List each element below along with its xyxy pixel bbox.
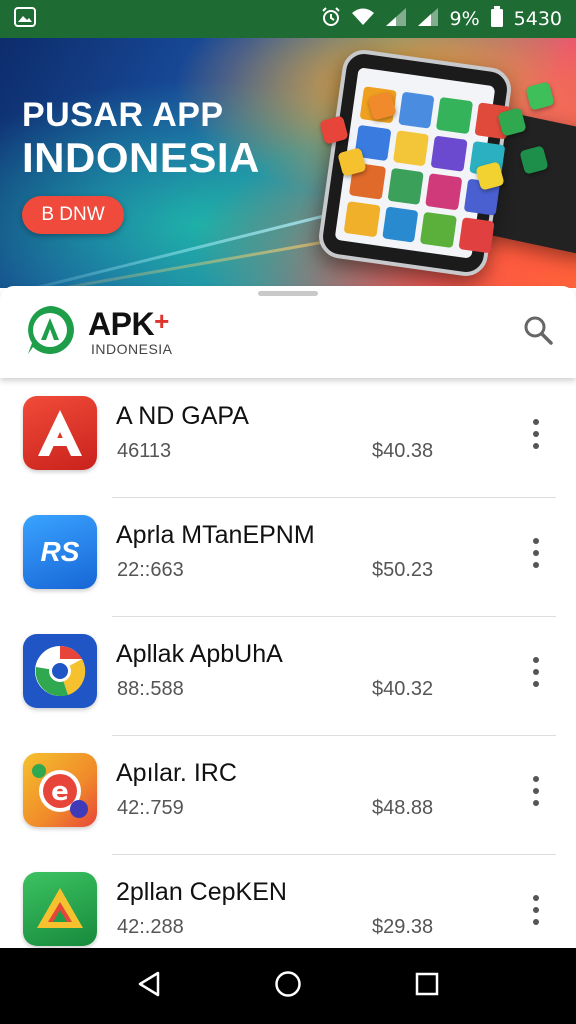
list-item[interactable]: RS Aprla MTanEPNM 22::663 $50.23 bbox=[0, 497, 576, 616]
status-bar: 9% 5430 bbox=[0, 0, 576, 38]
app-header: APK+ INDONESIA bbox=[0, 286, 576, 378]
more-options-icon[interactable] bbox=[522, 414, 550, 454]
app-price: $29.38 bbox=[372, 916, 434, 938]
app-name: Apllak ApbUhA bbox=[116, 640, 283, 668]
list-item[interactable]: 2pllan CepKEN 42:.288 $29.38 bbox=[0, 854, 576, 948]
app-meta: 22::663 bbox=[117, 559, 184, 581]
clock: 5430 bbox=[513, 8, 562, 30]
floating-app-icon bbox=[525, 81, 555, 111]
hero-banner[interactable]: PUSAR APP INDONESIA B DNW bbox=[0, 38, 576, 288]
search-icon bbox=[523, 315, 553, 350]
app-name: 2pllan CepKEN bbox=[116, 878, 287, 906]
navigation-bar bbox=[0, 948, 576, 1024]
search-button[interactable] bbox=[520, 314, 556, 350]
app-meta: 46113 bbox=[117, 440, 172, 462]
app-price: $50.23 bbox=[372, 559, 434, 581]
apk-logo-icon bbox=[24, 304, 76, 356]
brand-plus: + bbox=[154, 306, 169, 336]
more-options-icon[interactable] bbox=[522, 652, 550, 692]
brand-name-text: APK bbox=[88, 306, 155, 342]
triangle-icon bbox=[23, 872, 97, 946]
app-price: $40.32 bbox=[372, 678, 434, 700]
battery-percent: 9% bbox=[449, 8, 480, 30]
home-button[interactable] bbox=[264, 962, 312, 1010]
chrome-like-icon bbox=[23, 634, 97, 708]
alarm-icon bbox=[321, 6, 341, 32]
app-name: A ND GAPA bbox=[116, 402, 249, 430]
battery-icon bbox=[490, 5, 504, 33]
rs-icon: RS bbox=[23, 515, 97, 589]
brand-subtitle: INDONESIA bbox=[91, 341, 173, 357]
app-price: $40.38 bbox=[372, 440, 434, 462]
letter-e-icon: e bbox=[23, 753, 97, 827]
signal-icon-2 bbox=[417, 7, 439, 32]
brand-name: APK+ bbox=[88, 306, 169, 343]
back-icon bbox=[134, 969, 164, 1004]
gallery-icon bbox=[14, 6, 36, 32]
back-button[interactable] bbox=[125, 962, 173, 1010]
app-meta: 42:.288 bbox=[117, 916, 184, 938]
hero-title-line1: PUSAR APP bbox=[22, 96, 224, 134]
more-options-icon[interactable] bbox=[522, 890, 550, 930]
more-options-icon[interactable] bbox=[522, 771, 550, 811]
signal-icon bbox=[385, 7, 407, 32]
svg-text:e: e bbox=[51, 777, 69, 807]
list-item[interactable]: A ND GAPA 46113 $40.38 bbox=[0, 378, 576, 497]
app-meta: 42:.759 bbox=[117, 797, 184, 819]
recents-button[interactable] bbox=[403, 962, 451, 1010]
app-meta: 88:.588 bbox=[117, 678, 184, 700]
wifi-icon bbox=[351, 7, 375, 32]
recents-icon bbox=[412, 969, 442, 1004]
app-name: Aprla MTanEPNM bbox=[116, 521, 315, 549]
hero-title-line2: INDONESIA bbox=[22, 134, 260, 181]
hero-cta-button[interactable]: B DNW bbox=[22, 196, 124, 234]
more-options-icon[interactable] bbox=[522, 533, 550, 573]
app-list: A ND GAPA 46113 $40.38 RS Aprla MTanEPNM… bbox=[0, 378, 576, 948]
letter-a-icon bbox=[23, 396, 97, 470]
app-price: $48.88 bbox=[372, 797, 434, 819]
app-name: Apılar. IRC bbox=[116, 759, 237, 787]
list-item[interactable]: Apllak ApbUhA 88:.588 $40.32 bbox=[0, 616, 576, 735]
list-item[interactable]: e Apılar. IRC 42:.759 $48.88 bbox=[0, 735, 576, 854]
home-icon bbox=[273, 969, 303, 1004]
drag-handle[interactable] bbox=[258, 291, 318, 296]
